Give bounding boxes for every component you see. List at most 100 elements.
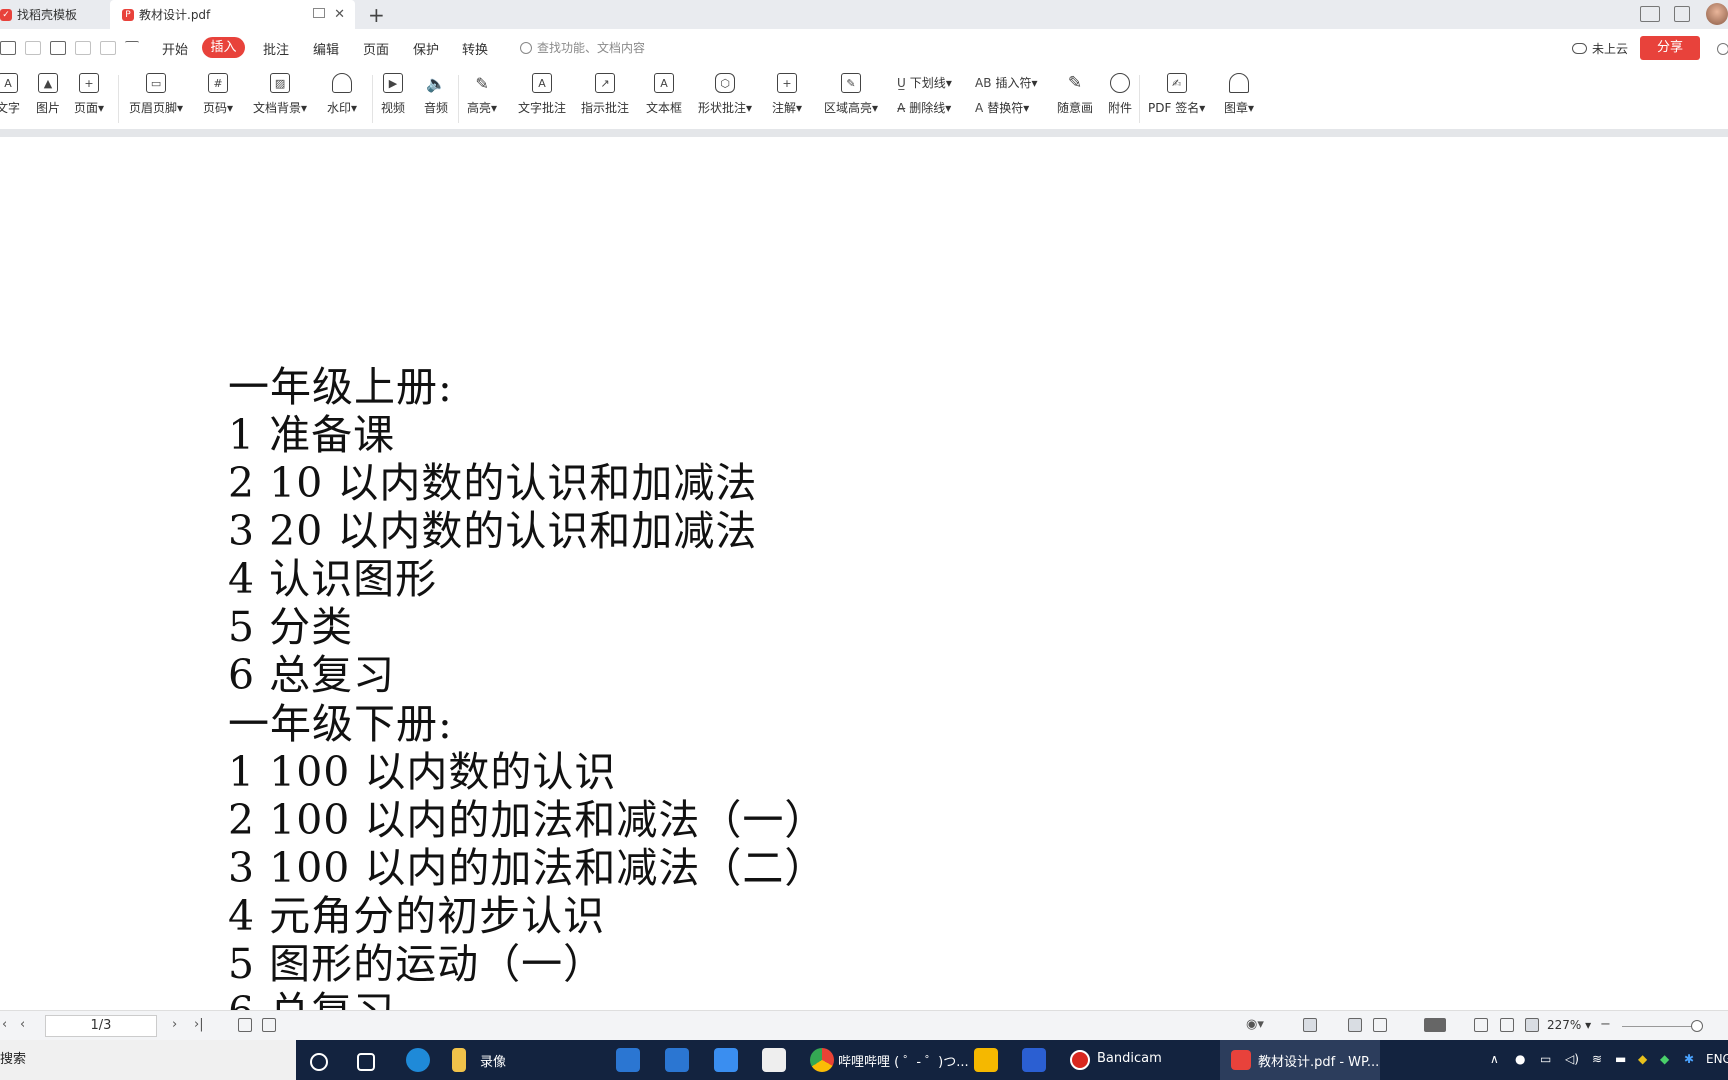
menu-protect[interactable]: 保护 [413, 39, 439, 58]
new-tab-button[interactable]: + [368, 3, 385, 27]
wifi-icon[interactable]: ≋ [1592, 1052, 1602, 1066]
layout-icon[interactable] [1640, 6, 1660, 22]
tab-template[interactable]: ✓ 找稻壳模板 [0, 0, 110, 29]
prev-page-icon[interactable]: ‹ [20, 1017, 25, 1032]
tray-chevron-icon[interactable]: ∧ [1490, 1052, 1499, 1066]
language-indicator[interactable]: ENG [1706, 1052, 1728, 1066]
last-page-icon[interactable]: ›| [194, 1017, 204, 1032]
ribbon-background-button[interactable]: ▨ 文档背景▾ [253, 73, 307, 116]
zoom-level[interactable]: 227% ▾ [1547, 1018, 1591, 1032]
pin-icon[interactable] [313, 8, 325, 18]
share-button[interactable]: 分享 [1640, 36, 1700, 60]
undo-icon[interactable] [75, 41, 91, 55]
ribbon-page-number-button[interactable]: # 页码▾ [203, 73, 233, 116]
grid-icon[interactable] [1674, 6, 1690, 22]
wps-pdf-icon[interactable] [1231, 1050, 1251, 1070]
ribbon-freehand-button[interactable]: ✎ 随意画 [1057, 73, 1093, 116]
open-icon[interactable] [0, 41, 16, 55]
actual-size-icon[interactable] [1474, 1018, 1488, 1032]
taskbar-app-label[interactable]: 哔哩哔哩 ( ゜- ゜)つ... [838, 1051, 969, 1070]
avatar[interactable] [1706, 3, 1728, 25]
ribbon-video-button[interactable]: ▶ 视频 [381, 73, 405, 116]
ribbon-text-comment-button[interactable]: A 文字批注 [518, 73, 566, 116]
cloud-status[interactable]: 未上云 [1572, 40, 1628, 57]
word-icon[interactable] [1022, 1048, 1046, 1072]
strikethrough-icon: A̶ [897, 100, 906, 115]
ribbon-stamp-button[interactable]: 图章▾ [1224, 73, 1254, 116]
ribbon-label: 文字批注 [518, 101, 567, 115]
taskbar-app-label[interactable]: Bandicam [1097, 1051, 1162, 1066]
quick-access-toolbar [0, 41, 139, 55]
ribbon-shape-comment-button[interactable]: ⬡ 形状批注▾ [698, 73, 752, 116]
redo-icon[interactable] [100, 41, 116, 55]
menu-page[interactable]: 页面 [363, 39, 389, 58]
ribbon-pointer-comment-button[interactable]: ↗ 指示批注 [581, 73, 629, 116]
ribbon-watermark-button[interactable]: 水印▾ [327, 73, 357, 116]
single-page-icon[interactable] [1348, 1018, 1362, 1032]
shield-icon[interactable]: ◆ [1660, 1052, 1669, 1066]
bluetooth-icon[interactable]: ✱ [1684, 1052, 1694, 1066]
document-view[interactable]: 一年级上册: 1 准备课 2 10 以内数的认识和加减法 3 20 以内数的认识… [0, 137, 1728, 1010]
ribbon-area-highlight-button[interactable]: ✎ 区域高亮▾ [824, 73, 878, 116]
ribbon-image-button[interactable]: ▲ 图片 [36, 73, 60, 116]
ribbon-pdf-sign-button[interactable]: ✍ PDF 签名▾ [1148, 73, 1205, 116]
bandicam-icon[interactable] [1070, 1050, 1090, 1070]
eye-protect-icon[interactable]: ◉▾ [1246, 1017, 1264, 1032]
save-icon[interactable] [25, 41, 41, 55]
customize-dropdown-icon[interactable] [125, 41, 139, 48]
cortana-icon[interactable] [310, 1053, 328, 1071]
security-icon[interactable]: ◆ [1638, 1052, 1647, 1066]
ribbon-insert-mark-button[interactable]: AB 插入符 ▾ [975, 74, 1038, 91]
menu-edit[interactable]: 编辑 [313, 39, 339, 58]
page-number-input[interactable]: 1/3 [45, 1015, 157, 1037]
ribbon-annotation-button[interactable]: + 注解▾ [772, 73, 802, 116]
search-box[interactable]: 查找功能、文档内容 [520, 39, 645, 56]
store-icon[interactable] [616, 1048, 640, 1072]
menu-convert[interactable]: 转换 [462, 39, 488, 58]
folder-icon[interactable] [452, 1048, 466, 1072]
fit-window-icon[interactable] [1525, 1018, 1539, 1032]
ribbon-textbox-button[interactable]: A 文本框 [646, 73, 682, 116]
zoom-slider-knob[interactable] [1690, 1020, 1703, 1032]
settings-icon[interactable] [1717, 43, 1728, 55]
ribbon-audio-button[interactable]: 🔈 音频 [424, 73, 448, 116]
ribbon-highlight-button[interactable]: ✎ 高亮▾ [467, 73, 497, 116]
notification-icon[interactable]: ▬ [1615, 1052, 1626, 1066]
mic-icon[interactable]: ● [1515, 1052, 1525, 1066]
ribbon-page-button[interactable]: + 页面▾ [74, 73, 104, 116]
zoom-out-icon[interactable]: − [1600, 1017, 1611, 1032]
ribbon-attachment-button[interactable]: 附件 [1108, 73, 1132, 116]
double-page-icon[interactable] [1373, 1018, 1387, 1032]
forward-icon[interactable] [262, 1018, 276, 1032]
menu-start[interactable]: 开始 [162, 39, 188, 58]
chrome-icon[interactable] [810, 1048, 834, 1072]
taskbar-app-label[interactable]: 教材设计.pdf - WP... [1258, 1051, 1379, 1070]
fit-width-icon[interactable] [1500, 1018, 1514, 1032]
edge-icon[interactable] [406, 1048, 430, 1072]
task-view-icon[interactable] [357, 1053, 375, 1071]
zoom-slider[interactable] [1622, 1026, 1702, 1027]
print-icon[interactable] [50, 41, 66, 55]
close-tab-icon[interactable]: ✕ [334, 7, 345, 22]
ribbon-strikethrough-button[interactable]: A̶ 删除线 ▾ [897, 99, 951, 116]
play-icon[interactable] [1424, 1018, 1446, 1032]
menu-insert[interactable]: 插入 [202, 37, 245, 58]
battery-icon[interactable]: ▭ [1540, 1052, 1551, 1066]
volume-icon[interactable]: ◁) [1565, 1052, 1579, 1066]
next-page-icon[interactable]: › [172, 1017, 177, 1032]
menu-comment[interactable]: 批注 [263, 39, 289, 58]
ribbon-header-footer-button[interactable]: ▭ 页眉页脚▾ [129, 73, 183, 116]
back-icon[interactable] [238, 1018, 252, 1032]
taskbar-search[interactable]: 搜索 [0, 1040, 296, 1080]
mail-icon[interactable] [665, 1048, 689, 1072]
first-page-icon[interactable]: ‹ [2, 1017, 7, 1032]
taskbar-app-label[interactable]: 录像 [480, 1051, 506, 1070]
ribbon-underline-button[interactable]: U̲ 下划线 ▾ [897, 74, 952, 91]
player-icon[interactable] [974, 1048, 998, 1072]
ribbon-text-button[interactable]: A 文字 [0, 73, 20, 116]
ribbon-replace-mark-button[interactable]: A 替换符 ▾ [975, 99, 1029, 116]
tab-pdf[interactable]: P 教材设计.pdf ✕ [110, 0, 355, 29]
app-icon[interactable] [714, 1048, 738, 1072]
fit-page-icon[interactable] [1303, 1018, 1317, 1032]
solitaire-icon[interactable] [762, 1048, 786, 1072]
